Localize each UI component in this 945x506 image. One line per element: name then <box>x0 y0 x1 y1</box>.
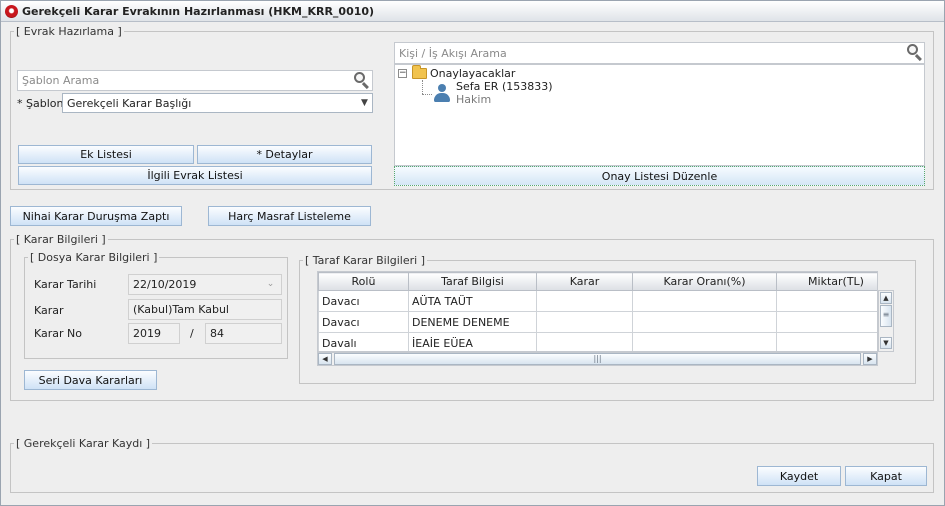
table-cell-oran[interactable] <box>632 332 777 351</box>
kaydet-button[interactable]: Kaydet <box>757 466 841 486</box>
sablon-search-icon[interactable] <box>353 71 371 90</box>
folder-icon <box>412 65 427 79</box>
table-cell-karar[interactable] <box>536 290 633 312</box>
table-cell-karar[interactable] <box>536 311 633 333</box>
scroll-thumb[interactable]: ||| <box>334 353 861 365</box>
table-cell-karar[interactable] <box>536 332 633 351</box>
dosya-karar-legend: [ Dosya Karar Bilgileri ] <box>30 251 158 264</box>
tree-root-label[interactable]: Onaylayacaklar <box>430 67 515 80</box>
grid-vertical-scrollbar[interactable]: ▲ ≡ ▼ <box>878 290 894 352</box>
column-header-rolu[interactable]: Rolü <box>318 272 409 291</box>
scroll-left-icon[interactable]: ◀ <box>318 353 332 365</box>
nihai-karar-label: Nihai Karar Duruşma Zaptı <box>22 209 170 223</box>
user-icon <box>432 84 452 104</box>
table-cell-rolu[interactable]: Davalı <box>318 332 409 351</box>
column-header-karar[interactable]: Karar <box>536 272 633 291</box>
harc-masraf-label: Harç Masraf Listeleme <box>228 209 351 223</box>
harc-masraf-button[interactable]: Harç Masraf Listeleme <box>208 206 371 226</box>
taraf-karar-table: Rolü Taraf Bilgisi Karar Karar Oranı(%) … <box>318 272 877 351</box>
taraf-karar-grid: Rolü Taraf Bilgisi Karar Karar Oranı(%) … <box>317 271 878 352</box>
table-row[interactable]: Davacı DENEME DENEME <box>318 311 877 333</box>
karar-value: (Kabul)Tam Kabul <box>133 303 229 316</box>
table-cell-taraf[interactable]: DENEME DENEME <box>408 311 537 333</box>
table-cell-miktar[interactable] <box>776 290 877 312</box>
gerekceli-karar-kaydi-legend: [ Gerekçeli Karar Kaydı ] <box>16 437 151 450</box>
table-cell-miktar[interactable] <box>776 332 877 351</box>
karar-bilgileri-legend: [ Karar Bilgileri ] <box>16 233 106 246</box>
onay-listesi-duzenle-label: Onay Listesi Düzenle <box>601 169 718 183</box>
ek-listesi-button[interactable]: Ek Listesi <box>18 145 194 164</box>
sablon-select-value: Gerekçeli Karar Başlığı <box>67 96 192 110</box>
date-dropdown-icon[interactable]: ⌄ <box>263 275 278 293</box>
sablon-search-input[interactable]: Şablon Arama <box>17 70 373 91</box>
karar-tarihi-field[interactable]: 22/10/2019 <box>128 274 282 295</box>
karar-no-year-field: 2019 <box>128 323 180 344</box>
title-bar: Gerekçeli Karar Evrakının Hazırlanması (… <box>1 1 944 22</box>
sablon-select[interactable]: Gerekçeli Karar Başlığı <box>62 93 373 113</box>
karar-no-number: 84 <box>210 327 224 340</box>
sablon-search-placeholder: Şablon Arama <box>22 74 100 87</box>
karar-no-year: 2019 <box>133 327 161 340</box>
table-header-row: Rolü Taraf Bilgisi Karar Karar Oranı(%) … <box>318 272 877 291</box>
ek-listesi-label: Ek Listesi <box>80 148 132 161</box>
evrak-hazirlama-legend: [ Evrak Hazırlama ] <box>16 25 122 38</box>
kapat-button[interactable]: Kapat <box>845 466 927 486</box>
detaylar-label: * Detaylar <box>256 148 313 161</box>
kisi-search-input[interactable]: Kişi / İş Akışı Arama <box>394 42 925 64</box>
nihai-karar-button[interactable]: Nihai Karar Duruşma Zaptı <box>10 206 182 226</box>
scroll-right-icon[interactable]: ▶ <box>863 353 877 365</box>
scroll-down-icon[interactable]: ▼ <box>880 337 892 349</box>
karar-no-label: Karar No <box>34 327 83 340</box>
onay-tree: − Onaylayacaklar Sefa ER (153833) Hakim <box>394 64 925 166</box>
column-header-taraf-bilgisi[interactable]: Taraf Bilgisi <box>408 272 537 291</box>
karar-tarihi-value: 22/10/2019 <box>133 278 197 291</box>
table-cell-oran[interactable] <box>632 290 777 312</box>
kisi-search-icon[interactable] <box>906 43 924 62</box>
seri-dava-kararlari-button[interactable]: Seri Dava Kararları <box>24 370 157 390</box>
column-header-karar-orani[interactable]: Karar Oranı(%) <box>632 272 777 291</box>
table-cell-taraf[interactable]: AÜTA TAÜT <box>408 290 537 312</box>
taraf-karar-legend: [ Taraf Karar Bilgileri ] <box>305 254 425 267</box>
detaylar-button[interactable]: * Detaylar <box>197 145 372 164</box>
tree-person-role: Hakim <box>456 93 492 106</box>
karar-tarihi-label: Karar Tarihi <box>34 278 97 291</box>
ilgili-evrak-listesi-button[interactable]: İlgili Evrak Listesi <box>18 166 372 185</box>
sablon-label: * Şablon <box>17 97 64 110</box>
table-cell-taraf[interactable]: İEAİE EÜEA <box>408 332 537 351</box>
app-window: Gerekçeli Karar Evrakının Hazırlanması (… <box>0 0 945 506</box>
kapat-label: Kapat <box>870 469 902 483</box>
karar-no-number-field: 84 <box>205 323 282 344</box>
kisi-search-placeholder: Kişi / İş Akışı Arama <box>399 46 507 60</box>
tree-person-name[interactable]: Sefa ER (153833) <box>456 80 553 93</box>
onay-listesi-duzenle-button[interactable]: Onay Listesi Düzenle <box>394 166 925 186</box>
app-emblem-icon <box>5 4 18 18</box>
karar-no-separator: / <box>190 327 194 340</box>
chevron-down-icon[interactable]: ▼ <box>357 94 372 112</box>
scroll-thumb[interactable]: ≡ <box>880 305 892 327</box>
karar-field: (Kabul)Tam Kabul <box>128 299 282 320</box>
tree-connector <box>422 80 423 94</box>
table-cell-rolu[interactable]: Davacı <box>318 311 409 333</box>
grid-horizontal-scrollbar[interactable]: ◀ ||| ▶ <box>317 352 878 366</box>
table-cell-rolu[interactable]: Davacı <box>318 290 409 312</box>
kaydet-label: Kaydet <box>779 469 819 483</box>
collapse-icon[interactable]: − <box>398 69 407 78</box>
seri-dava-kararlari-label: Seri Dava Kararları <box>38 373 143 387</box>
tree-connector <box>422 94 432 95</box>
table-cell-miktar[interactable] <box>776 311 877 333</box>
scroll-up-icon[interactable]: ▲ <box>880 292 892 304</box>
window-title: Gerekçeli Karar Evrakının Hazırlanması (… <box>22 4 375 18</box>
table-row[interactable]: Davalı İEAİE EÜEA <box>318 332 877 351</box>
table-row[interactable]: Davacı AÜTA TAÜT <box>318 290 877 312</box>
karar-label: Karar <box>34 304 64 317</box>
column-header-miktar[interactable]: Miktar(TL) <box>776 272 877 291</box>
ilgili-evrak-listesi-label: İlgili Evrak Listesi <box>147 169 243 182</box>
table-cell-oran[interactable] <box>632 311 777 333</box>
